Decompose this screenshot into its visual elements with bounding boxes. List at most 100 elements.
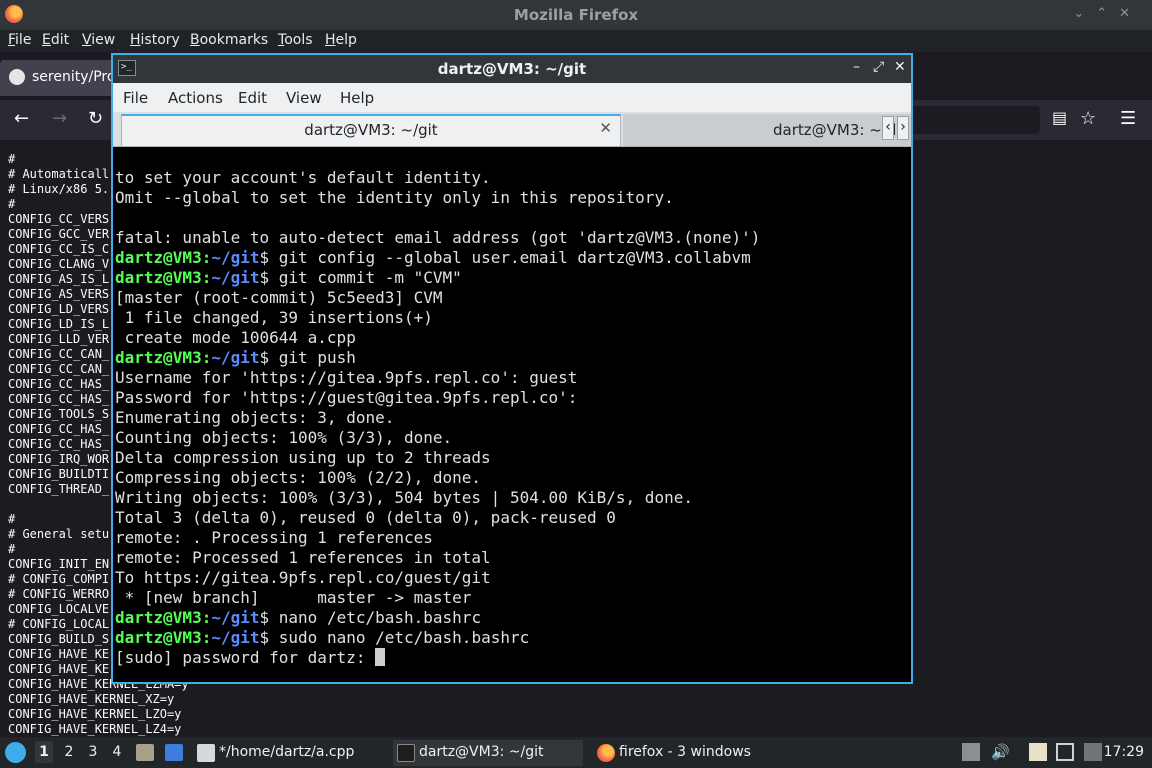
term-menu-view[interactable]: View bbox=[286, 89, 322, 107]
line-text: Delta compression using up to 2 threads bbox=[115, 448, 491, 467]
term-menu-edit[interactable]: Edit bbox=[238, 89, 267, 107]
terminal-tab-label: dartz@VM3: ~/git bbox=[304, 121, 438, 139]
terminal-output-line: * [new branch] master -> master bbox=[115, 588, 760, 608]
terminal-command-line: dartz@VM3:~/git$ git commit -m "CVM" bbox=[115, 268, 760, 288]
terminal-tab-label: dartz@VM3: ~/d bbox=[773, 121, 897, 139]
firefox-menubar: File Edit View History Bookmarks Tools H… bbox=[0, 30, 1152, 52]
task-firefox[interactable]: firefox - 3 windows bbox=[593, 740, 783, 766]
terminal-tab-active[interactable]: dartz@VM3: ~/git ✕ bbox=[121, 114, 621, 146]
reload-icon[interactable]: ↻ bbox=[88, 108, 103, 129]
task-label: firefox - 3 windows bbox=[619, 744, 751, 760]
prompt-user: dartz@VM3 bbox=[115, 628, 202, 647]
prompt-path: ~/git bbox=[211, 628, 260, 647]
workspace-4[interactable]: 4 bbox=[108, 744, 126, 760]
prompt-symbol: $ bbox=[259, 348, 279, 367]
reader-view-icon[interactable]: ▤ bbox=[1052, 108, 1067, 127]
maximize-icon[interactable]: ⤢ bbox=[873, 59, 884, 75]
config-line: CONFIG_HAVE_KERNEL_LZO=y bbox=[8, 707, 182, 721]
terminal-output-line: remote: . Processing 1 references bbox=[115, 528, 760, 548]
terminal-output-line: create mode 100644 a.cpp bbox=[115, 328, 760, 348]
ff-menu-bookmarks[interactable]: Bookmarks bbox=[190, 32, 268, 48]
show-desktop-icon[interactable] bbox=[165, 744, 183, 761]
line-text: git commit -m "CVM" bbox=[278, 268, 462, 287]
prompt-path: ~/git bbox=[211, 248, 260, 267]
eject-icon[interactable] bbox=[962, 743, 980, 761]
terminal-screen[interactable]: to set your account's default identity. O… bbox=[113, 147, 911, 682]
terminal-command-line: dartz@VM3:~/git$ git config --global use… bbox=[115, 248, 760, 268]
tab-scroll-right-icon[interactable]: › bbox=[897, 116, 909, 140]
terminal-titlebar: >_ dartz@VM3: ~/git – ⤢ ✕ bbox=[113, 55, 911, 83]
prompt-user: dartz@VM3 bbox=[115, 348, 202, 367]
terminal-tab-inactive[interactable]: dartz@VM3: ~/d bbox=[623, 114, 911, 146]
line-text: 1 file changed, 39 insertions(+) bbox=[115, 308, 433, 327]
workspace-2[interactable]: 2 bbox=[60, 744, 78, 760]
terminal-output-line: Password for 'https://guest@gitea.9pfs.r… bbox=[115, 388, 760, 408]
terminal-output-line: Total 3 (delta 0), reused 0 (delta 0), p… bbox=[115, 508, 760, 528]
terminal-output-line: Omit --global to set the identity only i… bbox=[115, 188, 760, 208]
terminal-output: to set your account's default identity. O… bbox=[115, 168, 760, 668]
ff-menu-edit[interactable]: Edit bbox=[42, 32, 69, 48]
terminal-window-title: dartz@VM3: ~/git bbox=[437, 60, 587, 78]
terminal-output-line: Counting objects: 100% (3/3), done. bbox=[115, 428, 760, 448]
config-line: CONFIG_HAVE_KERNEL_XZ=y bbox=[8, 692, 175, 706]
line-text: * [new branch] master -> master bbox=[115, 588, 472, 607]
notifications-icon[interactable] bbox=[1084, 743, 1102, 761]
terminal-output-line: 1 file changed, 39 insertions(+) bbox=[115, 308, 760, 328]
terminal-output-line: Writing objects: 100% (3/3), 504 bytes |… bbox=[115, 488, 760, 508]
prompt-user: dartz@VM3 bbox=[115, 248, 202, 267]
line-text: sudo nano /etc/bash.bashrc bbox=[278, 628, 530, 647]
menu-hamburger-icon[interactable]: ☰ bbox=[1120, 108, 1136, 129]
bookmark-star-icon[interactable]: ☆ bbox=[1080, 108, 1096, 129]
line-text: [sudo] password for dartz: bbox=[115, 648, 376, 667]
close-icon[interactable]: ✕ bbox=[894, 59, 906, 75]
github-icon bbox=[9, 69, 25, 85]
prompt-path: ~/git bbox=[211, 268, 260, 287]
line-text: Compressing objects: 100% (2/2), done. bbox=[115, 468, 482, 487]
start-menu-icon[interactable] bbox=[5, 742, 26, 763]
network-icon[interactable] bbox=[1056, 743, 1074, 761]
workspace-1[interactable]: 1 bbox=[35, 741, 53, 763]
file-manager-icon[interactable] bbox=[136, 744, 154, 761]
term-menu-actions[interactable]: Actions bbox=[168, 89, 223, 107]
terminal-tabbar: dartz@VM3: ~/git ✕ dartz@VM3: ~/d ‹ › bbox=[113, 112, 911, 147]
firefox-tab-title: serenity/Pro bbox=[32, 69, 116, 85]
tab-scroll-left-icon[interactable]: ‹ bbox=[882, 116, 894, 140]
ff-menu-view[interactable]: View bbox=[82, 32, 115, 48]
text-cursor bbox=[375, 648, 386, 666]
prompt-symbol: $ bbox=[259, 628, 279, 647]
line-text: Password for 'https://guest@gitea.9pfs.r… bbox=[115, 388, 578, 407]
prompt-separator: : bbox=[201, 348, 212, 367]
line-text: Writing objects: 100% (3/3), 504 bytes |… bbox=[115, 488, 693, 507]
line-text: Omit --global to set the identity only i… bbox=[115, 188, 674, 207]
line-text: Total 3 (delta 0), reused 0 (delta 0), p… bbox=[115, 508, 616, 527]
task-label: dartz@VM3: ~/git bbox=[419, 744, 544, 760]
term-menu-file[interactable]: File bbox=[123, 89, 148, 107]
terminal-icon bbox=[397, 744, 415, 762]
back-icon[interactable]: ← bbox=[14, 108, 29, 129]
tab-close-icon[interactable]: ✕ bbox=[599, 119, 612, 137]
task-terminal[interactable]: dartz@VM3: ~/git bbox=[393, 740, 583, 766]
firefox-window-buttons[interactable]: ⌄⌃✕ bbox=[1073, 6, 1142, 21]
workspace-3[interactable]: 3 bbox=[84, 744, 102, 760]
minimize-icon[interactable]: – bbox=[853, 59, 860, 75]
volume-icon[interactable]: 🔊 bbox=[991, 743, 1010, 761]
ff-menu-file[interactable]: File bbox=[8, 32, 31, 48]
line-text: nano /etc/bash.bashrc bbox=[278, 608, 482, 627]
line-text: fatal: unable to auto-detect email addre… bbox=[115, 228, 761, 247]
config-line: CONFIG_HAVE_KERNEL_LZ4=y bbox=[8, 722, 182, 736]
task-text-editor[interactable]: */home/dartz/a.cpp bbox=[193, 740, 383, 766]
ff-menu-tools[interactable]: Tools bbox=[278, 32, 313, 48]
text-editor-icon bbox=[197, 744, 215, 762]
clipboard-icon[interactable] bbox=[1029, 743, 1047, 761]
term-menu-help[interactable]: Help bbox=[340, 89, 374, 107]
ff-menu-history[interactable]: History bbox=[130, 32, 180, 48]
line-text: remote: Processed 1 references in total bbox=[115, 548, 491, 567]
task-label: */home/dartz/a.cpp bbox=[219, 744, 355, 760]
terminal-output-line: Enumerating objects: 3, done. bbox=[115, 408, 760, 428]
forward-icon[interactable]: → bbox=[52, 108, 67, 129]
ff-menu-help[interactable]: Help bbox=[325, 32, 357, 48]
terminal-window: >_ dartz@VM3: ~/git – ⤢ ✕ File Actions E… bbox=[111, 53, 913, 684]
clock: 17:29 bbox=[1103, 744, 1144, 760]
firefox-icon bbox=[597, 744, 615, 762]
